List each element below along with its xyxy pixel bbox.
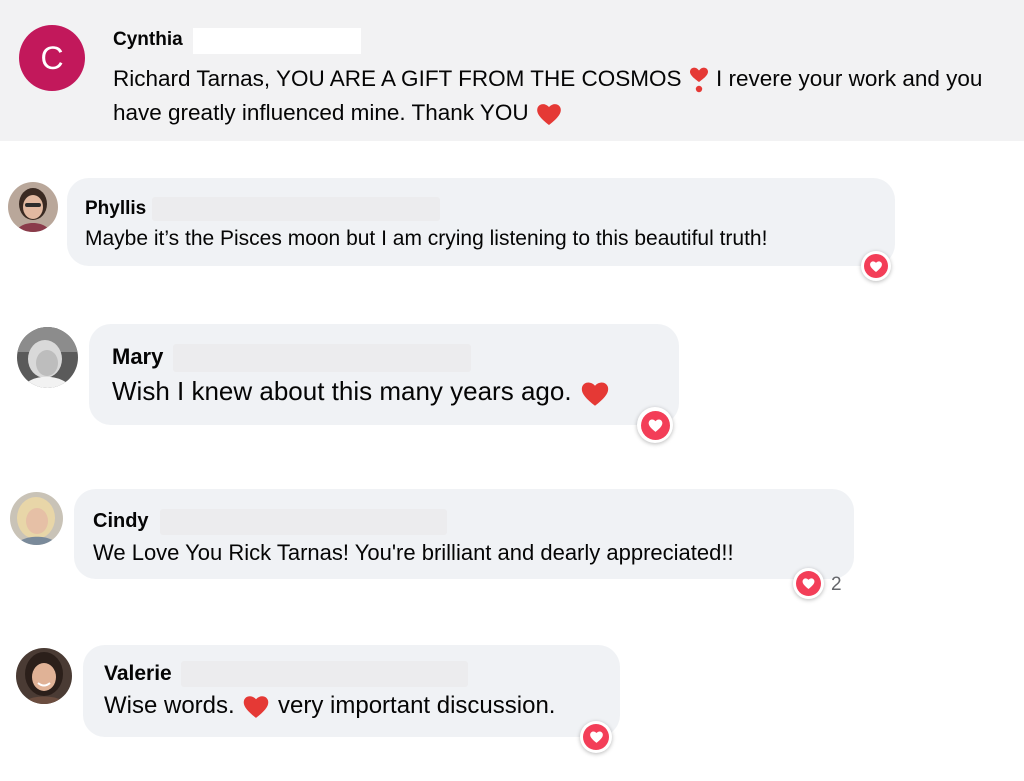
heart-icon <box>802 578 815 589</box>
commenter-name[interactable]: Mary <box>112 344 163 370</box>
comment-text: Wish I knew about this many years ago. <box>112 376 611 408</box>
commenter-name[interactable]: Cynthia <box>113 29 183 51</box>
profile-photo <box>10 492 63 545</box>
reaction-badge[interactable] <box>637 407 673 443</box>
comment-bubble <box>83 645 620 737</box>
red-heart-emoji-icon <box>537 104 561 126</box>
comment-text: Maybe it’s the Pisces moon but I am cryi… <box>85 227 768 250</box>
reaction-badge[interactable] <box>793 568 824 599</box>
heart-exclamation-emoji-icon <box>689 67 708 93</box>
comment-text-part: Richard Tarnas, YOU ARE A GIFT FROM THE … <box>113 66 682 91</box>
heart-icon <box>589 731 603 743</box>
commenter-name[interactable]: Phyllis <box>85 198 146 220</box>
avatar[interactable]: C <box>19 25 85 91</box>
comment-text: Richard Tarnas, YOU ARE A GIFT FROM THE … <box>113 62 1013 130</box>
commenter-name[interactable]: Valerie <box>104 662 172 686</box>
reaction-badge[interactable] <box>580 721 612 753</box>
avatar[interactable] <box>10 492 63 545</box>
profile-photo <box>17 327 78 388</box>
redacted-surname <box>152 197 440 221</box>
commenter-name[interactable]: Cindy <box>93 510 149 533</box>
avatar[interactable] <box>8 182 58 232</box>
avatar[interactable] <box>16 648 72 704</box>
comment-text: We Love You Rick Tarnas! You're brillian… <box>93 540 734 565</box>
avatar-letter: C <box>40 39 64 76</box>
redacted-surname <box>160 509 447 535</box>
avatar[interactable] <box>17 327 78 388</box>
red-heart-emoji-icon <box>581 382 608 406</box>
comment-bubble <box>89 324 679 425</box>
heart-icon <box>648 419 662 432</box>
comment-bubble <box>67 178 895 266</box>
heart-icon <box>870 260 882 272</box>
comment-text: Wise words. very important discussion. <box>104 692 555 720</box>
comment-cynthia: C Cynthia Richard Tarnas, YOU ARE A GIFT… <box>0 0 1024 141</box>
red-heart-emoji-icon <box>244 696 269 719</box>
profile-photo <box>8 182 58 232</box>
comment-text-part: very important discussion. <box>271 692 556 719</box>
profile-photo <box>16 648 72 704</box>
redacted-surname <box>173 344 471 372</box>
reaction-count[interactable]: 2 <box>831 574 842 596</box>
redacted-surname <box>181 661 468 687</box>
comment-text-part: Wise words. <box>104 692 235 719</box>
reaction-badge[interactable] <box>861 251 891 281</box>
comment-text-part: Wish I knew about this many years ago. <box>112 376 572 406</box>
redacted-surname <box>193 28 361 54</box>
